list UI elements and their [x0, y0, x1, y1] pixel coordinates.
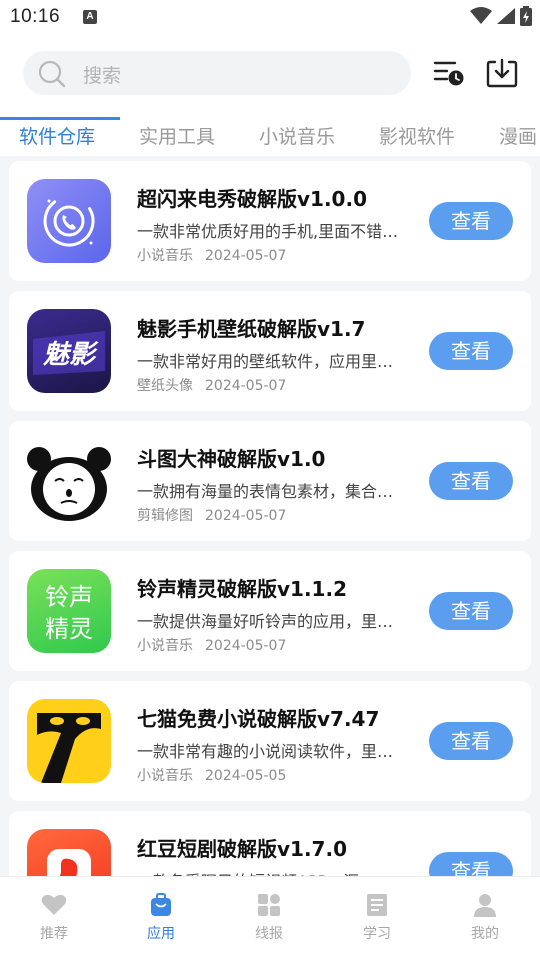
app-description: 一款拥有海量的表情包素材，集合各种斗图素材 — [137, 482, 409, 501]
view-button[interactable]: 查看 — [429, 202, 513, 240]
battery-icon — [520, 6, 532, 26]
list-item[interactable]: 红豆短剧破解版v1.7.0 一款备受瞩目的短视频APP，汇 查看 — [9, 811, 531, 876]
nav-apps[interactable]: 应用 — [126, 893, 196, 943]
app-date: 2024-05-05 — [205, 768, 287, 784]
qimao-cat-icon — [27, 699, 111, 783]
app-meta: 剪辑修图 2024-05-07 — [137, 505, 286, 525]
list-item[interactable]: 超闪来电秀破解版v1.0.0 一款非常优质好用的手机,里面不错的来电秀软件 小说… — [9, 161, 531, 281]
app-category: 小说音乐 — [137, 248, 193, 264]
view-button[interactable]: 查看 — [429, 332, 513, 370]
app-meta: 小说音乐 2024-05-07 — [137, 245, 286, 265]
document-icon — [367, 894, 387, 916]
signal-icon — [497, 8, 515, 24]
app-date: 2024-05-07 — [205, 508, 287, 524]
meiying-logo-icon: 魅影 — [27, 309, 111, 393]
app-category: 剪辑修图 — [137, 508, 193, 524]
wifi-icon — [470, 7, 492, 24]
app-date: 2024-05-07 — [205, 638, 287, 654]
nav-profile[interactable]: 我的 — [450, 893, 520, 943]
app-date: 2024-05-07 — [205, 378, 287, 394]
app-title: 超闪来电秀破解版v1.0.0 — [137, 187, 367, 211]
tab-video-apps[interactable]: 影视软件 — [379, 122, 455, 149]
nav-news[interactable]: 线报 — [234, 893, 304, 943]
tab-novel-music[interactable]: 小说音乐 — [259, 122, 335, 149]
bottom-nav: 推荐 应用 线报 学习 我的 — [0, 876, 540, 960]
ringtone-logo-text-line2: 精灵 — [45, 615, 93, 643]
view-button[interactable]: 查看 — [429, 462, 513, 500]
app-title: 魅影手机壁纸破解版v1.7 — [137, 317, 366, 341]
nav-label: 我的 — [471, 926, 499, 942]
nav-label: 线报 — [255, 926, 283, 942]
list-item[interactable]: 斗图大神破解版v1.0 一款拥有海量的表情包素材，集合各种斗图素材 剪辑修图 20… — [9, 421, 531, 541]
app-title: 斗图大神破解版v1.0 — [137, 447, 326, 471]
app-date: 2024-05-07 — [205, 248, 287, 264]
app-description: 一款备受瞩目的短视频APP，汇 — [137, 868, 409, 876]
view-button[interactable]: 查看 — [429, 592, 513, 630]
notification-icon: A — [83, 10, 97, 24]
red-bean-icon — [27, 829, 111, 876]
list-item[interactable]: 铃声 精灵 铃声精灵破解版v1.1.2 一款提供海量好听铃声的应用，里面有很多铃… — [9, 551, 531, 671]
list-item[interactable]: 七猫免费小说破解版v7.47 一款非常有趣的小说阅读软件，里面有海量小说 小说音… — [9, 681, 531, 801]
nav-label: 应用 — [147, 926, 175, 942]
status-time: 10:16 — [10, 6, 61, 27]
tab-utilities[interactable]: 实用工具 — [139, 122, 215, 149]
view-button[interactable]: 查看 — [429, 852, 513, 876]
list-item[interactable]: 魅影 魅影手机壁纸破解版v1.7 一款非常好用的壁纸软件，应用里面有海量壁纸 壁… — [9, 291, 531, 411]
app-description: 一款提供海量好听铃声的应用，里面有很多铃声 — [137, 612, 409, 631]
app-title: 铃声精灵破解版v1.1.2 — [137, 577, 347, 601]
user-icon — [474, 894, 496, 917]
header: 搜索 软件仓库 实用工具 小说音乐 影视软件 漫画 — [0, 36, 540, 156]
bag-icon — [151, 893, 171, 916]
category-tabs: 软件仓库 实用工具 小说音乐 影视软件 漫画 — [0, 116, 540, 156]
nav-label: 推荐 — [40, 926, 68, 942]
nav-label: 学习 — [363, 926, 391, 942]
download-icon[interactable] — [486, 58, 518, 88]
search-bar[interactable]: 搜索 — [23, 51, 411, 95]
app-meta: 小说音乐 2024-05-07 — [137, 635, 286, 655]
search-input[interactable]: 搜索 — [83, 61, 121, 88]
app-meta: 小说音乐 2024-05-05 — [137, 765, 286, 785]
view-button[interactable]: 查看 — [429, 722, 513, 760]
status-bar: 10:16 A — [0, 0, 540, 36]
grid-icon — [258, 894, 280, 916]
app-description: 一款非常优质好用的手机,里面不错的来电秀软件 — [137, 222, 409, 241]
phone-call-icon — [27, 179, 111, 263]
panda-meme-icon — [27, 439, 111, 523]
app-list: 超闪来电秀破解版v1.0.0 一款非常优质好用的手机,里面不错的来电秀软件 小说… — [0, 156, 540, 876]
heart-icon — [41, 894, 67, 915]
search-icon — [38, 60, 66, 88]
ringtone-logo-text-line1: 铃声 — [45, 583, 93, 611]
ringtone-logo-icon: 铃声 精灵 — [27, 569, 111, 653]
nav-learn[interactable]: 学习 — [342, 893, 412, 943]
tab-comics[interactable]: 漫画 — [499, 122, 537, 149]
tab-software-repo[interactable]: 软件仓库 — [19, 122, 95, 149]
meiying-logo-text: 魅影 — [43, 340, 99, 370]
app-meta: 壁纸头像 2024-05-07 — [137, 375, 286, 395]
nav-recommend[interactable]: 推荐 — [19, 893, 89, 943]
app-category: 壁纸头像 — [137, 378, 193, 394]
app-title: 红豆短剧破解版v1.7.0 — [137, 837, 347, 861]
queue-history-icon[interactable] — [433, 58, 465, 88]
app-category: 小说音乐 — [137, 638, 193, 654]
active-tab-indicator — [0, 117, 120, 120]
app-category: 小说音乐 — [137, 768, 193, 784]
app-description: 一款非常好用的壁纸软件，应用里面有海量壁纸 — [137, 352, 409, 371]
app-title: 七猫免费小说破解版v7.47 — [137, 707, 380, 731]
app-description: 一款非常有趣的小说阅读软件，里面有海量小说 — [137, 742, 409, 761]
